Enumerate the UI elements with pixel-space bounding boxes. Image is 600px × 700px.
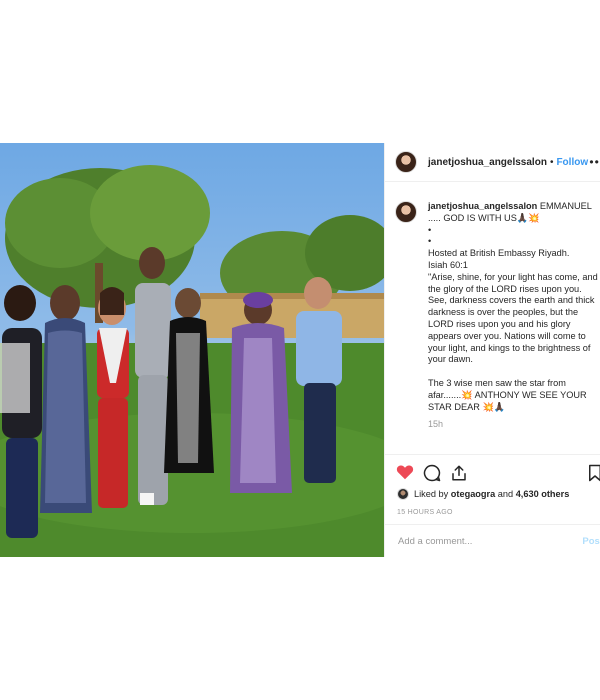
- more-options-icon[interactable]: •••: [589, 155, 600, 169]
- comment-icon[interactable]: [423, 464, 441, 482]
- liked-by-and: and: [497, 489, 514, 499]
- header-username[interactable]: janetjoshua_angelssalon: [428, 157, 547, 168]
- liker-avatar[interactable]: [397, 488, 409, 500]
- liked-by-prefix: Liked by: [414, 489, 449, 499]
- comment-input[interactable]: [396, 535, 570, 548]
- bookmark-icon[interactable]: [588, 464, 600, 482]
- caption-body: janetjoshua_angelssalon EMMANUEL ..... G…: [428, 201, 600, 431]
- liked-by-user[interactable]: otegaogra: [451, 489, 495, 499]
- caption: janetjoshua_angelssalon EMMANUEL ..... G…: [395, 201, 600, 431]
- caption-age: 15h: [428, 419, 444, 430]
- caption-text: janetjoshua_angelssalon EMMANUEL ..... G…: [428, 201, 600, 413]
- group-photo-illustration: [0, 165, 384, 557]
- post-photo[interactable]: [0, 143, 384, 557]
- caption-username[interactable]: janetjoshua_angelssalon: [428, 201, 537, 211]
- caption-avatar[interactable]: [395, 201, 417, 223]
- action-bar: [385, 454, 600, 489]
- separator-dot: •: [549, 156, 554, 168]
- likes-count[interactable]: 4,630 others: [516, 489, 570, 499]
- post-header: janetjoshua_angelssalon • Follow •••: [385, 143, 600, 182]
- caption-content: EMMANUEL ..... GOD IS WITH US🙏🏿💥 • • Hos…: [428, 201, 598, 412]
- post-comment-button[interactable]: Post: [582, 536, 600, 547]
- follow-button[interactable]: Follow: [556, 157, 588, 168]
- post-sidebar: janetjoshua_angelssalon • Follow ••• jan…: [384, 143, 600, 557]
- avatar[interactable]: [395, 151, 417, 173]
- share-icon[interactable]: [450, 464, 468, 482]
- instagram-post: janetjoshua_angelssalon • Follow ••• jan…: [0, 143, 600, 557]
- likes-line: Liked by otegaogra and 4,630 others: [397, 488, 569, 500]
- post-timestamp: 15 HOURS AGO: [397, 509, 453, 516]
- heart-icon[interactable]: [396, 464, 414, 480]
- comment-bar: Post: [385, 524, 600, 558]
